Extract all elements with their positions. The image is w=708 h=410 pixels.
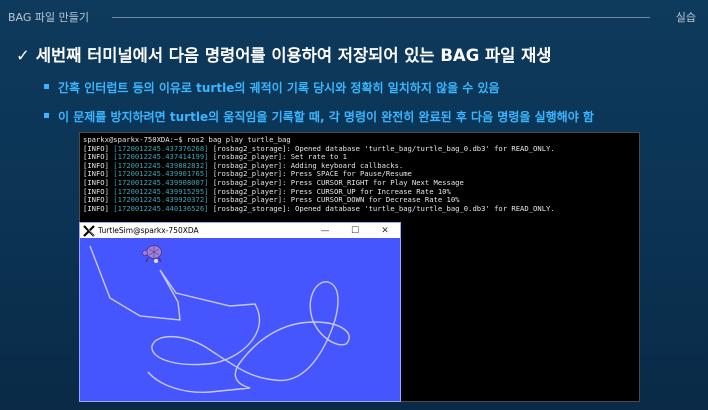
turtlesim-title: TurtleSim@sparkx-750XDA bbox=[98, 226, 199, 235]
bullet-text: 간혹 인터럽트 등의 이유로 turtle의 궤적이 기록 당시와 정확히 일치… bbox=[58, 81, 500, 95]
main-heading: ✓ 세번째 터미널에서 다음 명령어를 이용하여 저장되어 있는 BAG 파일 재… bbox=[16, 42, 551, 66]
header-title: BAG 파일 만들기 bbox=[8, 11, 89, 24]
bullet-item: 간혹 인터럽트 등의 이유로 turtle의 궤적이 기록 당시와 정확히 일치… bbox=[44, 79, 500, 96]
turtlesim-titlebar[interactable]: TurtleSim@sparkx-750XDA — ☐ ✕ bbox=[80, 223, 400, 238]
log-message: [rosbag2_storage]: Opened database 'turt… bbox=[212, 203, 555, 213]
square-bullet-icon bbox=[44, 113, 49, 118]
check-icon: ✓ bbox=[16, 46, 30, 65]
header-divider bbox=[112, 17, 650, 18]
turtle-sprite-icon bbox=[142, 245, 162, 263]
turtlesim-canvas bbox=[89, 245, 350, 394]
turtle-trajectory-path bbox=[89, 245, 350, 394]
main-heading-text: 세번째 터미널에서 다음 명령어를 이용하여 저장되어 있는 BAG 파일 재생 bbox=[35, 46, 552, 65]
turtlesim-window[interactable]: TurtleSim@sparkx-750XDA — ☐ ✕ bbox=[79, 222, 401, 402]
log-level: [INFO] bbox=[83, 203, 109, 213]
bullet-text: 이 문제를 방지하려면 turtle의 움직임을 기록할 때, 각 명령이 완전… bbox=[58, 110, 594, 124]
close-button[interactable]: ✕ bbox=[370, 226, 400, 236]
log-timestamp: [1720012245.440136526] bbox=[113, 203, 209, 213]
x11-logo-icon bbox=[83, 224, 95, 237]
terminal-log-line: [INFO] [1720012245.440136526] [rosbag2_s… bbox=[80, 203, 639, 214]
square-bullet-icon bbox=[44, 84, 49, 89]
maximize-button[interactable]: ☐ bbox=[340, 226, 370, 236]
bullet-item: 이 문제를 방지하려면 turtle의 움직임을 기록할 때, 각 명령이 완전… bbox=[44, 108, 594, 125]
minimize-button[interactable]: — bbox=[310, 226, 340, 236]
header-right-label: 실습 bbox=[675, 11, 696, 24]
